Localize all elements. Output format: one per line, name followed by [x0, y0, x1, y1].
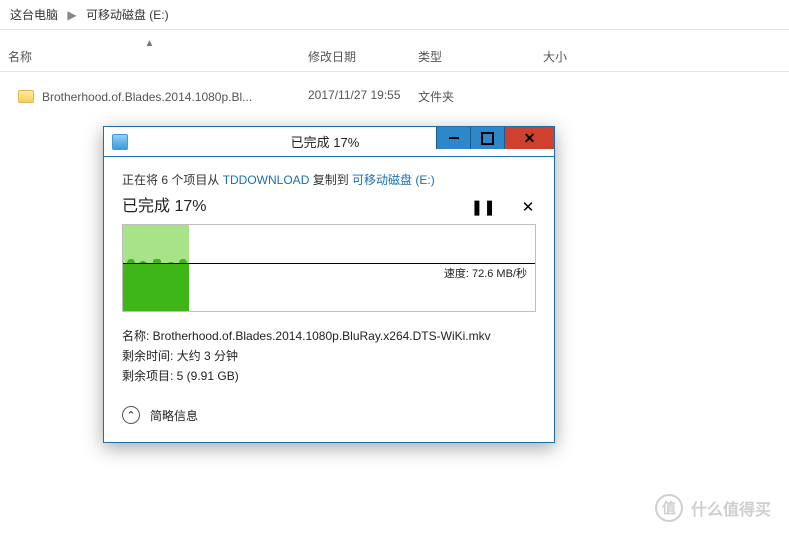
column-header-type[interactable]: 类型	[410, 42, 535, 71]
file-date: 2017/11/27 19:55	[300, 86, 410, 107]
speed-label: 速度: 72.6 MB/秒	[444, 265, 527, 281]
close-button[interactable]	[504, 127, 554, 149]
chevron-up-icon: ⌃	[122, 406, 140, 424]
chevron-right-icon: ▶	[67, 8, 76, 22]
copy-progress-dialog: 已完成 17% 正在将 6 个项目从 TDDOWNLOAD 复制到 可移动磁盘 …	[103, 126, 555, 443]
detail-name: 名称: Brotherhood.of.Blades.2014.1080p.Blu…	[122, 326, 536, 346]
cancel-button[interactable]: ✕	[520, 198, 536, 216]
transfer-speed-graph: 速度: 72.6 MB/秒	[122, 224, 536, 312]
watermark-badge-icon: 值	[655, 494, 683, 522]
breadcrumb[interactable]: 这台电脑 ▶ 可移动磁盘 (E:)	[0, 0, 789, 30]
minimize-button[interactable]	[436, 127, 470, 149]
watermark-text: 什么值得买	[691, 496, 771, 520]
toggle-details-label: 简略信息	[150, 407, 198, 424]
table-row[interactable]: Brotherhood.of.Blades.2014.1080p.Bl... 2…	[0, 82, 789, 111]
graph-fill-light	[123, 225, 189, 263]
app-icon	[112, 134, 128, 150]
breadcrumb-root[interactable]: 这台电脑	[10, 8, 58, 22]
detail-time: 剩余时间: 大约 3 分钟	[122, 346, 536, 366]
column-headers: ▲ 名称 修改日期 类型 大小	[0, 42, 789, 72]
file-size	[535, 86, 655, 107]
graph-fill-dark	[123, 263, 189, 312]
pause-button[interactable]: ❚❚	[471, 198, 487, 216]
toggle-details[interactable]: ⌃ 简略信息	[122, 406, 536, 424]
copy-mid: 复制到	[309, 173, 352, 187]
watermark: 值 什么值得买	[655, 494, 771, 522]
file-type: 文件夹	[410, 86, 535, 107]
copy-description: 正在将 6 个项目从 TDDOWNLOAD 复制到 可移动磁盘 (E:)	[122, 171, 536, 188]
maximize-button[interactable]	[470, 127, 504, 149]
column-header-date[interactable]: 修改日期	[300, 42, 410, 71]
column-header-size[interactable]: 大小	[535, 42, 655, 71]
copy-dest-link[interactable]: 可移动磁盘 (E:)	[352, 173, 435, 187]
titlebar[interactable]: 已完成 17%	[104, 127, 554, 157]
column-header-name[interactable]: ▲ 名称	[0, 42, 300, 71]
file-name: Brotherhood.of.Blades.2014.1080p.Bl...	[42, 90, 252, 104]
breadcrumb-leaf[interactable]: 可移动磁盘 (E:)	[86, 8, 169, 22]
copy-prefix: 正在将 6 个项目从	[122, 173, 223, 187]
graph-speed-line	[123, 263, 535, 264]
column-header-name-label: 名称	[8, 50, 32, 64]
detail-items: 剩余项目: 5 (9.91 GB)	[122, 366, 536, 386]
sort-asc-icon: ▲	[145, 38, 155, 49]
copy-source-link[interactable]: TDDOWNLOAD	[223, 173, 310, 187]
folder-icon	[18, 90, 34, 103]
